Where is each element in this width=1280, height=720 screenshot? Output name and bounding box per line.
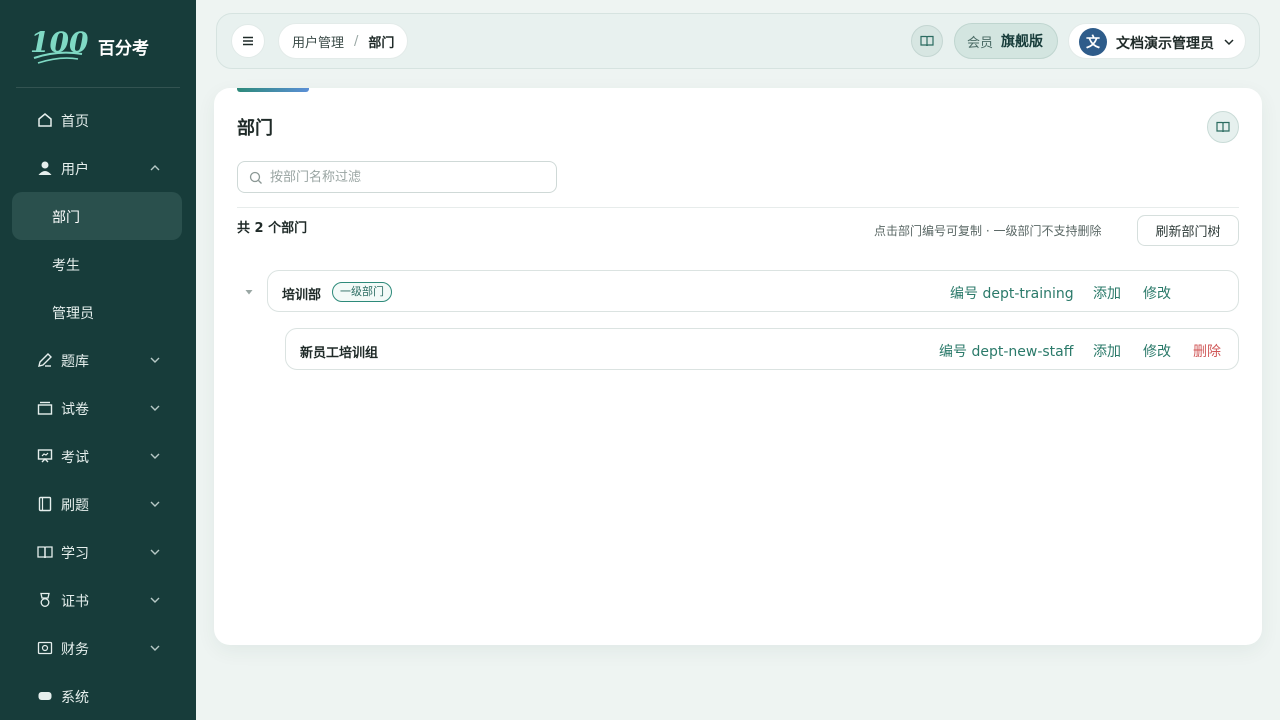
breadcrumb: 用户管理 / 部门 bbox=[278, 23, 409, 59]
chevron-up-icon bbox=[150, 165, 160, 171]
sidebar-item-label: 试卷 bbox=[61, 402, 89, 418]
department-code[interactable]: 编号 dept-new-staff bbox=[939, 341, 1073, 361]
edit-button[interactable]: 修改 bbox=[1143, 283, 1171, 303]
sidebar-item-label: 首页 bbox=[61, 114, 89, 130]
department-row[interactable]: 新员工培训组 编号 dept-new-staff 添加 修改 删除 bbox=[285, 328, 1239, 370]
sidebar-item-label: 用户 bbox=[61, 162, 89, 178]
logo-text: 百分考 bbox=[98, 39, 149, 59]
sidebar-item-label: 学习 bbox=[61, 546, 89, 562]
divider bbox=[237, 207, 1239, 208]
sidebar-subitem-label: 部门 bbox=[52, 210, 80, 226]
add-button[interactable]: 添加 bbox=[1093, 341, 1121, 361]
page-title: 部门 bbox=[237, 118, 273, 139]
sidebar-item-label: 证书 bbox=[61, 594, 89, 610]
menu-toggle-button[interactable] bbox=[231, 24, 265, 58]
department-search bbox=[237, 161, 557, 193]
chevron-down-icon bbox=[150, 405, 160, 411]
member-tier: 旗舰版 bbox=[1001, 34, 1044, 50]
sidebar-item-users[interactable]: 用户 bbox=[12, 146, 182, 190]
card-docs-button[interactable] bbox=[1207, 111, 1239, 143]
sidebar-item-label: 题库 bbox=[61, 354, 89, 370]
layers-icon bbox=[37, 401, 53, 415]
department-count: 共 2 个部门 bbox=[237, 221, 308, 236]
menu-icon bbox=[243, 36, 253, 46]
chevron-down-icon bbox=[150, 453, 160, 459]
edit-button[interactable]: 修改 bbox=[1143, 341, 1171, 361]
department-row[interactable]: 培训部 一级部门 编号 dept-training 添加 修改 bbox=[267, 270, 1239, 312]
chevron-down-icon bbox=[1224, 39, 1234, 46]
sidebar-item-finance[interactable]: 财务 bbox=[12, 626, 182, 670]
card-accent-bar bbox=[237, 88, 309, 92]
department-code[interactable]: 编号 dept-training bbox=[950, 283, 1074, 303]
chevron-down-icon bbox=[150, 357, 160, 363]
sidebar-item-learning[interactable]: 学习 bbox=[12, 530, 182, 574]
sidebar-item-system[interactable]: 系统 bbox=[12, 674, 182, 718]
gamepad-icon bbox=[38, 692, 52, 700]
breadcrumb-item[interactable]: 用户管理 bbox=[292, 32, 344, 51]
breadcrumb-separator: / bbox=[354, 33, 359, 49]
sidebar-subitem-admins[interactable]: 管理员 bbox=[12, 288, 182, 336]
membership-badge[interactable]: 会员 旗舰版 bbox=[954, 23, 1058, 59]
sidebar-subitem-label: 考生 bbox=[52, 258, 80, 274]
chevron-down-icon bbox=[150, 645, 160, 651]
logo[interactable]: 100 百分考 bbox=[28, 24, 196, 68]
sidebar-item-certificates[interactable]: 证书 bbox=[12, 578, 182, 622]
docs-button[interactable] bbox=[911, 25, 943, 57]
sidebar-item-label: 考试 bbox=[61, 450, 89, 466]
medal-icon bbox=[40, 592, 50, 607]
collapse-caret-icon[interactable] bbox=[244, 288, 254, 296]
search-icon bbox=[249, 171, 262, 184]
sidebar-item-exams[interactable]: 考试 bbox=[12, 434, 182, 478]
sidebar-item-label: 财务 bbox=[61, 642, 89, 658]
book-icon bbox=[920, 35, 934, 47]
user-name: 文档演示管理员 bbox=[1116, 36, 1214, 52]
sidebar-item-home[interactable]: 首页 bbox=[12, 98, 182, 142]
presentation-icon bbox=[37, 449, 53, 463]
add-button[interactable]: 添加 bbox=[1093, 283, 1121, 303]
level-tag: 一级部门 bbox=[332, 282, 392, 302]
top-bar: 用户管理 / 部门 会员 旗舰版 文 文档演示管理员 bbox=[216, 13, 1260, 69]
sidebar: 100 百分考 首页 用户 部门 考生 管理员 题库 试卷 考试 刷题 学习 证… bbox=[0, 0, 196, 720]
user-menu[interactable]: 文 文档演示管理员 bbox=[1068, 23, 1246, 59]
chevron-down-icon bbox=[150, 549, 160, 555]
sidebar-subitem-candidates[interactable]: 考生 bbox=[12, 240, 182, 288]
copy-hint: 点击部门编号可复制 · 一级部门不支持删除 bbox=[874, 224, 1102, 238]
sidebar-item-label: 系统 bbox=[61, 690, 89, 706]
sidebar-divider bbox=[16, 87, 180, 88]
refresh-tree-button[interactable]: 刷新部门树 bbox=[1137, 215, 1239, 246]
breadcrumb-current: 部门 bbox=[368, 35, 395, 51]
sidebar-item-label: 刷题 bbox=[61, 498, 89, 514]
chevron-down-icon bbox=[150, 597, 160, 603]
departments-card: 部门 共 2 个部门 点击部门编号可复制 · 一级部门不支持删除 刷新部门树 培… bbox=[214, 88, 1262, 645]
pen-icon bbox=[38, 353, 52, 367]
sidebar-item-practice[interactable]: 刷题 bbox=[12, 482, 182, 526]
logo-100-icon: 100 bbox=[30, 26, 88, 64]
book-icon bbox=[1216, 121, 1230, 133]
open-book-icon bbox=[37, 546, 53, 559]
sidebar-subitem-label: 管理员 bbox=[52, 306, 94, 322]
wallet-icon bbox=[37, 641, 53, 655]
member-label: 会员 bbox=[967, 35, 994, 51]
home-icon bbox=[38, 113, 52, 127]
search-input[interactable] bbox=[270, 162, 550, 192]
sidebar-subitem-departments[interactable]: 部门 bbox=[12, 192, 182, 240]
delete-button[interactable]: 删除 bbox=[1193, 341, 1221, 361]
department-name: 培训部 bbox=[282, 288, 322, 303]
department-name: 新员工培训组 bbox=[300, 346, 379, 361]
user-icon bbox=[38, 161, 52, 175]
chevron-down-icon bbox=[150, 501, 160, 507]
notebook-icon bbox=[38, 496, 52, 512]
sidebar-item-question-bank[interactable]: 题库 bbox=[12, 338, 182, 382]
sidebar-item-papers[interactable]: 试卷 bbox=[12, 386, 182, 430]
avatar: 文 bbox=[1079, 28, 1107, 56]
